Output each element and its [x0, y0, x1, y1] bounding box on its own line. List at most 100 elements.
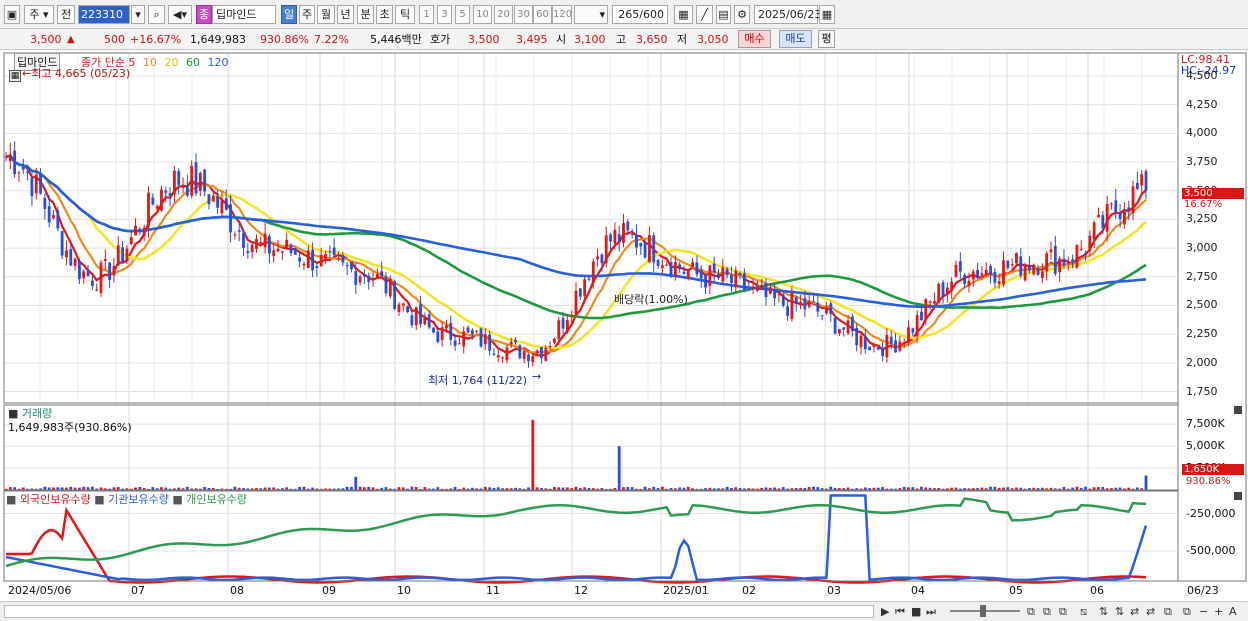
- number-60[interactable]: 60: [533, 5, 552, 24]
- scroll-first-icon[interactable]: ⏮: [895, 605, 905, 619]
- number-120[interactable]: 120: [552, 5, 572, 24]
- trade-amount: 5,446백만: [370, 33, 422, 46]
- candle-body: [1088, 235, 1092, 252]
- candle-body: [207, 194, 211, 205]
- chevron-down-icon[interactable]: ▾: [131, 5, 145, 24]
- grid-icon[interactable]: ▦: [674, 5, 693, 24]
- candle-body: [626, 221, 630, 231]
- candle-body: [358, 276, 362, 283]
- candle-body: [997, 281, 1001, 284]
- draw-tool-icon[interactable]: ╱: [696, 5, 713, 24]
- chart-canvas[interactable]: [0, 50, 1248, 621]
- auto-scale-icon[interactable]: A: [1229, 605, 1237, 619]
- holder-panel-close-icon[interactable]: [1234, 492, 1242, 500]
- candle-body: [1015, 253, 1018, 264]
- number-1[interactable]: 1: [419, 5, 434, 24]
- save-icon[interactable]: ▤: [716, 5, 731, 24]
- candle-body: [825, 307, 828, 314]
- scroll-right-icon[interactable]: ▶: [881, 605, 889, 619]
- interval-month[interactable]: 월: [317, 5, 335, 24]
- candle-body: [142, 227, 146, 237]
- tool-icon-7[interactable]: ⇄: [1130, 605, 1139, 619]
- price-change: 500: [104, 33, 125, 46]
- search-icon[interactable]: ⌕: [148, 5, 165, 24]
- volume-panel-close-icon[interactable]: [1234, 406, 1242, 414]
- candle-body: [574, 290, 578, 315]
- candle-body: [755, 286, 759, 291]
- interval-tick[interactable]: 틱: [395, 5, 415, 24]
- evaluate-button[interactable]: 평: [818, 30, 835, 48]
- scroll-last-icon[interactable]: ⏭: [926, 605, 936, 619]
- tool-icon-3[interactable]: ⧉: [1059, 605, 1067, 619]
- zoom-in-icon[interactable]: +: [1214, 605, 1223, 619]
- number-10[interactable]: 10: [473, 5, 492, 24]
- candle-body: [52, 215, 55, 219]
- tool-icon-1[interactable]: ⧉: [1027, 605, 1035, 619]
- interval-minute[interactable]: 분: [357, 5, 374, 24]
- candle-body: [268, 236, 271, 254]
- candle-body: [246, 251, 250, 253]
- candle-body: [237, 230, 241, 232]
- sell-button[interactable]: 매도: [779, 30, 812, 48]
- x-tick-label: 11: [486, 584, 500, 597]
- calendar-icon[interactable]: ▦: [9, 70, 21, 82]
- calendar-icon[interactable]: ▦: [819, 5, 835, 24]
- candle-body: [1023, 265, 1027, 281]
- market-toggle[interactable]: 전: [57, 5, 75, 24]
- tool-icon-4[interactable]: ⧅: [1080, 605, 1087, 619]
- candle-body: [989, 265, 992, 275]
- ma-10: 10: [142, 56, 157, 69]
- count-field[interactable]: 265/600: [612, 5, 668, 24]
- stop-icon[interactable]: ■: [911, 605, 921, 619]
- candle-body: [933, 301, 936, 304]
- buy-button[interactable]: 매수: [738, 30, 771, 48]
- count-total: /600: [639, 8, 664, 21]
- holder-lines: [5, 494, 1148, 584]
- candle-body: [475, 330, 479, 332]
- interval-week[interactable]: 주: [299, 5, 315, 24]
- candle-body: [160, 189, 163, 211]
- tool-icon-5[interactable]: ⇅: [1099, 605, 1108, 619]
- candle-body: [82, 271, 86, 279]
- settings-gear-icon[interactable]: ⚙: [734, 5, 750, 24]
- number-20[interactable]: 20: [494, 5, 513, 24]
- tool-icon-8[interactable]: ⇄: [1146, 605, 1155, 619]
- candle-body: [220, 200, 224, 214]
- holder-legend: ■ 외국인보유수량 ■ 기관보유수량 ■ 개인보유수량: [6, 491, 247, 507]
- candle-body: [216, 195, 219, 208]
- date-field[interactable]: 2025/06/23: [754, 5, 821, 24]
- tool-icon-6[interactable]: ⇅: [1115, 605, 1124, 619]
- number-3[interactable]: 3: [437, 5, 452, 24]
- candle-body: [90, 280, 94, 286]
- candle-body: [1006, 260, 1010, 268]
- interval-day[interactable]: 일: [281, 5, 297, 24]
- candle-body: [56, 210, 60, 229]
- candle-body: [945, 287, 949, 294]
- window-menu-icon[interactable]: ▣: [4, 5, 20, 24]
- stock-code-input[interactable]: 223310: [78, 5, 130, 24]
- candle-body: [760, 285, 764, 289]
- number-30[interactable]: 30: [514, 5, 533, 24]
- interval-year[interactable]: 년: [337, 5, 354, 24]
- zoom-slider-handle[interactable]: [980, 605, 986, 617]
- stock-type-badge: 종: [196, 5, 212, 24]
- tool-icon-2[interactable]: ⧉: [1043, 605, 1051, 619]
- interval-second[interactable]: 초: [376, 5, 393, 24]
- candle-body: [73, 258, 77, 266]
- tool-icon-10[interactable]: ⧉: [1183, 605, 1191, 619]
- stock-name-field[interactable]: 딥마인드: [212, 5, 276, 24]
- candle-body: [229, 204, 232, 233]
- period-select[interactable]: 주 ▾: [24, 5, 54, 24]
- zoom-out-icon[interactable]: −: [1199, 605, 1208, 619]
- candle-body: [78, 260, 81, 280]
- candle-body: [578, 288, 582, 297]
- custom-number-select[interactable]: ▾: [574, 5, 608, 24]
- speaker-icon[interactable]: ◀▾: [168, 5, 192, 24]
- candle-body: [691, 262, 694, 267]
- bid-price: 3,495: [516, 33, 548, 46]
- number-5[interactable]: 5: [455, 5, 470, 24]
- scroll-track[interactable]: [4, 605, 874, 618]
- tool-icon-9[interactable]: ⧉: [1164, 605, 1172, 619]
- candle-body: [553, 338, 556, 343]
- candle-body: [786, 306, 789, 316]
